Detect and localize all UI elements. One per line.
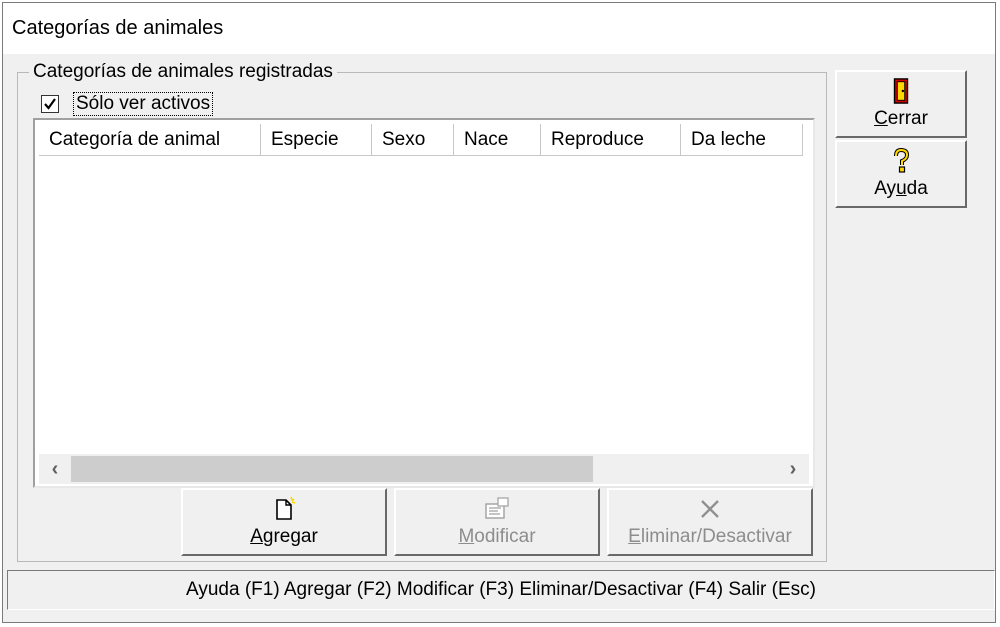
add-button[interactable]: Agregar [181,488,387,556]
active-only-checkbox[interactable] [41,95,59,113]
exit-door-icon [893,78,909,104]
dialog-window: Categorías de animales Categorías de ani… [2,2,996,623]
column-header-reproduces[interactable]: Reproduce [541,124,681,156]
categories-list[interactable]: Categoría de animal Especie Sexo Nace Re… [33,118,815,488]
scroll-thumb[interactable] [71,456,593,482]
active-only-label[interactable]: Sólo ver activos [73,92,214,116]
scroll-left-icon[interactable]: ‹ [39,454,71,484]
new-document-icon [276,496,296,520]
column-header-born[interactable]: Nace [454,124,541,156]
active-only-checkbox-row[interactable]: Sólo ver activos [41,92,214,116]
question-mark-icon [894,148,910,173]
x-icon [701,500,719,518]
window-title: Categorías de animales [12,17,224,39]
add-label: Agregar [250,526,318,547]
column-header-gives-milk[interactable]: Da leche [681,124,803,156]
status-bar: Ayuda (F1) Agregar (F2) Modificar (F3) E… [7,570,995,610]
group-legend: Categorías de animales registradas [29,61,337,83]
close-label: Cerrar [874,108,928,129]
horizontal-scrollbar[interactable]: ‹ › [39,454,809,484]
help-label: Ayuda [874,178,928,199]
column-header-category[interactable]: Categoría de animal [39,124,261,156]
edit-form-icon [485,497,509,519]
delete-deactivate-button[interactable]: Eliminar/Desactivar [607,488,813,556]
modify-label: Modificar [458,526,536,547]
modify-button[interactable]: Modificar [394,488,600,556]
title-bar[interactable]: Categorías de animales [3,3,995,54]
delete-deactivate-label: Eliminar/Desactivar [628,526,792,547]
help-button[interactable]: Ayuda [835,140,967,208]
scroll-right-icon[interactable]: › [777,454,809,484]
column-header-sex[interactable]: Sexo [372,124,454,156]
list-header: Categoría de animal Especie Sexo Nace Re… [39,124,803,156]
close-button[interactable]: Cerrar [835,70,967,138]
checkmark-icon [44,98,56,110]
column-header-species[interactable]: Especie [261,124,372,156]
